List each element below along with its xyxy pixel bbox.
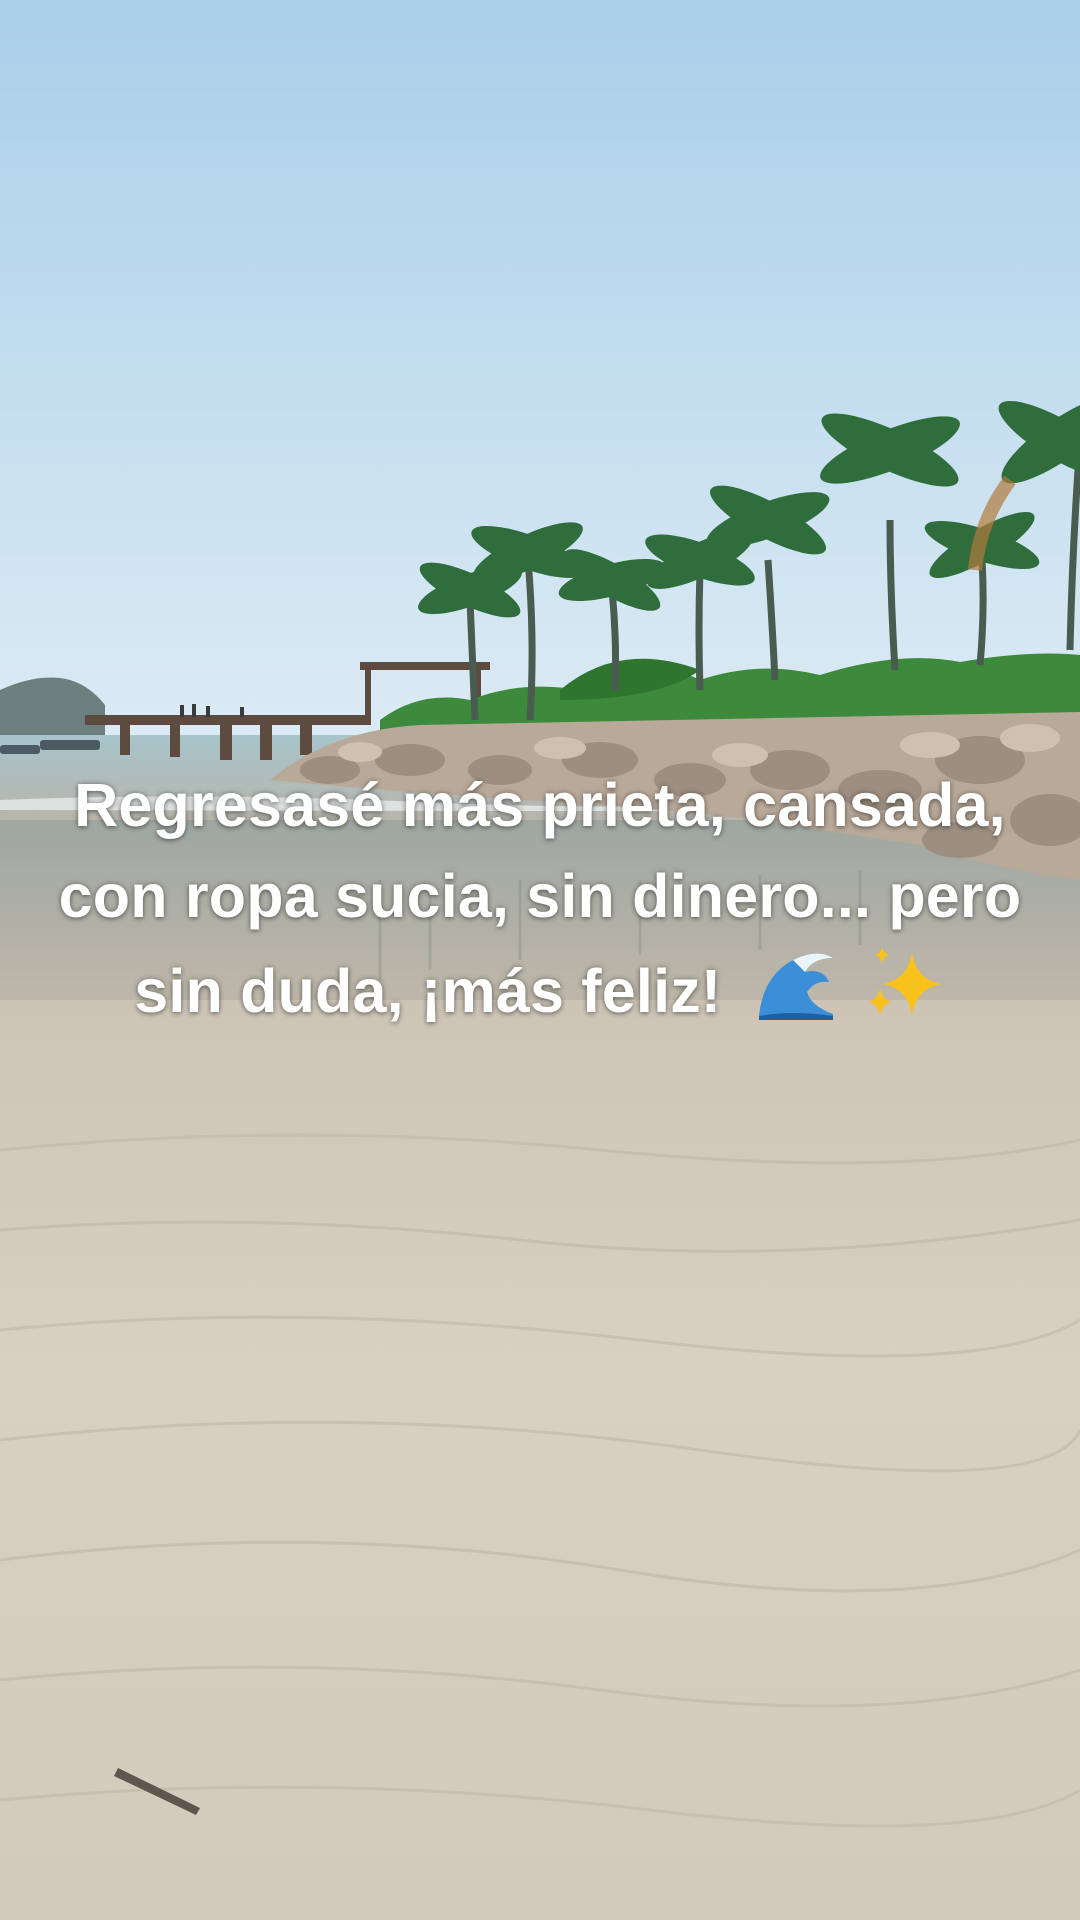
caption-text-block: Regresasé más prieta, cansada, con ropa … xyxy=(40,760,1040,1037)
sky xyxy=(0,0,1080,740)
sparkles-icon xyxy=(867,946,942,1016)
wave-icon xyxy=(758,953,833,1020)
beach-photo: Regresasé más prieta, cansada, con ropa … xyxy=(0,0,1080,1920)
